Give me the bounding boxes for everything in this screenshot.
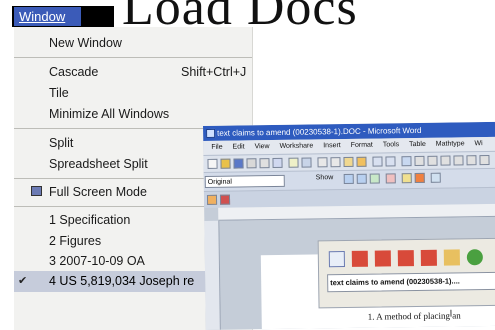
reviewing-pane-icon[interactable]	[430, 172, 441, 183]
reject-change-icon[interactable]	[385, 173, 396, 184]
word-menu-view[interactable]: View	[254, 143, 269, 150]
style-icon[interactable]	[206, 194, 218, 205]
workshare-panel: text claims to amend (00230538-1)....	[317, 237, 495, 309]
columns-icon[interactable]	[440, 155, 451, 166]
cut-icon[interactable]	[317, 157, 328, 168]
menu-item-label: Cascade	[49, 65, 99, 79]
menu-item-label: Minimize All Windows	[49, 107, 170, 121]
window-menu-tab[interactable]: Window	[14, 7, 81, 26]
word-menu-workshare[interactable]: Workshare	[279, 142, 313, 149]
prev-change-icon[interactable]	[343, 173, 354, 185]
drawing-icon[interactable]	[453, 155, 464, 166]
hyperlink-icon[interactable]	[401, 156, 412, 167]
track-changes-icon[interactable]	[414, 172, 425, 184]
horizontal-ruler[interactable]	[218, 203, 495, 221]
open-folder-icon[interactable]	[220, 158, 231, 169]
menu-item-tile[interactable]: Tile	[14, 83, 252, 103]
menu-item-label: Tile	[49, 86, 69, 100]
new-doc-icon[interactable]	[207, 158, 218, 169]
word-menu-mathtype[interactable]: Mathtype	[436, 140, 465, 147]
menu-item-label: Full Screen Mode	[49, 185, 147, 199]
word-title: text claims to amend (00230538-1).DOC - …	[217, 125, 422, 138]
menu-item-minimize-all[interactable]: Minimize All Windows	[14, 104, 252, 124]
word-menu-file[interactable]: File	[211, 144, 222, 151]
word-menu-table[interactable]: Table	[409, 141, 426, 148]
accept-change-icon[interactable]	[369, 173, 380, 184]
menu-item-new-window[interactable]: New Window	[14, 33, 252, 53]
full-screen-icon	[31, 186, 42, 196]
word-logo-icon	[206, 128, 216, 138]
word-window: text claims to amend (00230538-1).DOC - …	[203, 121, 495, 330]
word-menu-window[interactable]: Wi	[474, 140, 482, 147]
panel-doc-icon[interactable]	[328, 251, 345, 268]
menu-item-shortcut: Shift+Ctrl+J	[181, 65, 247, 79]
format-painter-icon[interactable]	[356, 156, 367, 167]
undo-icon[interactable]	[372, 156, 383, 167]
pdf-icon[interactable]	[420, 249, 437, 266]
menu-item-label: 4 US 5,819,034 Joseph re	[49, 274, 195, 288]
insert-table-icon[interactable]	[427, 155, 438, 166]
copy-icon[interactable]	[330, 157, 341, 168]
menu-item-label: 3 2007-10-09 OA	[49, 254, 145, 268]
next-change-icon[interactable]	[356, 173, 367, 184]
pdf-icon[interactable]	[374, 250, 391, 267]
menu-item-label: Split	[49, 136, 74, 150]
print-icon[interactable]	[259, 158, 270, 169]
spelling-icon[interactable]	[288, 157, 299, 168]
show-button[interactable]: Show	[316, 174, 334, 181]
menu-item-label: 1 Specification	[49, 213, 131, 227]
pdf-icon[interactable]	[397, 250, 414, 267]
menu-item-cascade[interactable]: Cascade Shift+Ctrl+J	[14, 62, 252, 82]
window-menu-label: Window	[19, 9, 66, 24]
doc-map-icon[interactable]	[466, 155, 477, 166]
menu-bar: Window	[12, 6, 114, 27]
menu-item-label: New Window	[49, 36, 122, 50]
view-select[interactable]: Original	[204, 174, 285, 188]
search-icon[interactable]	[443, 249, 460, 266]
word-menu-insert[interactable]: Insert	[323, 142, 341, 149]
word-menu-tools[interactable]: Tools	[383, 141, 399, 148]
research-icon[interactable]	[301, 157, 312, 168]
menu-separator	[14, 57, 252, 58]
comment-icon[interactable]	[401, 173, 412, 184]
permission-icon[interactable]	[246, 158, 257, 169]
tables-icon[interactable]	[414, 155, 425, 167]
vertical-ruler[interactable]	[204, 220, 221, 330]
document-text: 1. A method of placing an	[367, 310, 461, 322]
show-hide-icon[interactable]	[479, 155, 490, 166]
panel-document-field[interactable]: text claims to amend (00230538-1)....	[327, 271, 495, 293]
workshare-icon[interactable]	[466, 249, 483, 266]
print-preview-icon[interactable]	[272, 157, 283, 169]
menu-item-label: Spreadsheet Split	[49, 157, 148, 171]
checkmark-icon: ✔	[18, 275, 28, 287]
menu-item-label: 2 Figures	[49, 234, 102, 248]
redo-icon[interactable]	[385, 156, 396, 167]
word-menu-edit[interactable]: Edit	[232, 143, 244, 150]
font-color-icon[interactable]	[219, 194, 231, 205]
paste-icon[interactable]	[343, 156, 354, 168]
save-icon[interactable]	[233, 158, 244, 169]
word-menu-format[interactable]: Format	[351, 142, 373, 149]
pdf-icon[interactable]	[351, 250, 368, 267]
